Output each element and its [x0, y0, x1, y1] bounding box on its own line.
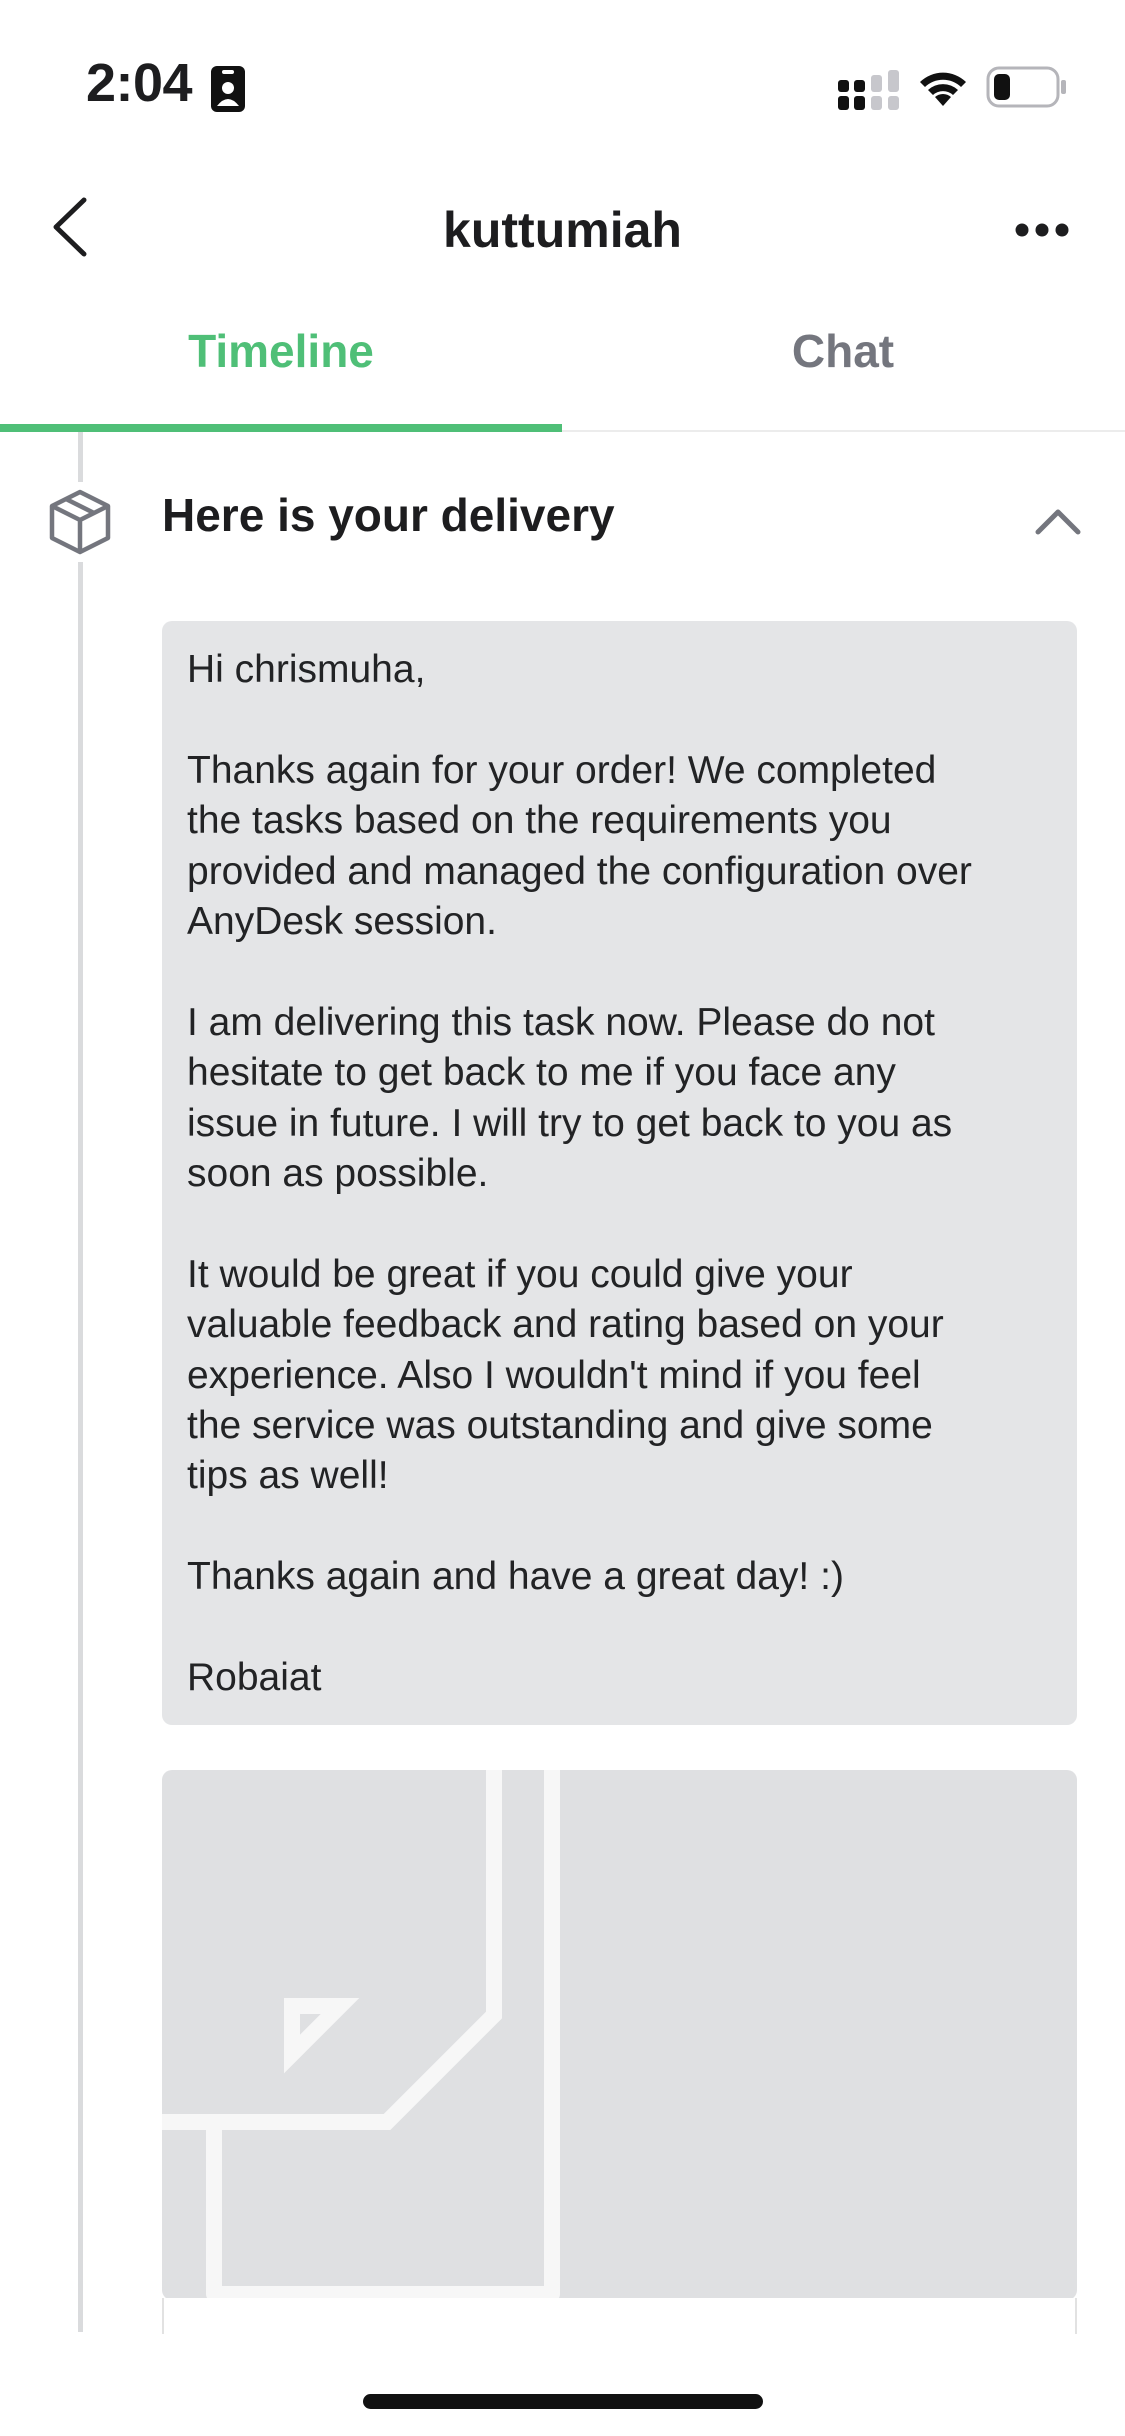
event-title: Here is your delivery [162, 489, 615, 541]
message-line: the tasks based on the requirements you [187, 799, 892, 843]
delivery-attachment[interactable] [162, 1770, 1077, 2300]
contact-card-icon [211, 66, 245, 112]
page-title: kuttumiah [443, 202, 682, 258]
active-tab-indicator [0, 424, 562, 432]
cellular-signal-icon [838, 70, 899, 110]
message-line: Thanks again and have a great day! :) [187, 1555, 844, 1599]
status-bar: 2:04 [0, 0, 1125, 170]
navigation-bar: kuttumiah [0, 170, 1125, 290]
message-line [187, 1603, 1052, 1653]
message-line: AnyDesk session. [187, 900, 497, 944]
home-indicator[interactable] [363, 2394, 763, 2409]
wifi-icon [920, 72, 966, 106]
file-placeholder-icon [162, 1770, 560, 2300]
tab-timeline[interactable]: Timeline [0, 290, 562, 430]
bottom-safe-area [0, 2334, 1125, 2436]
message-line: experience. Also I wouldn't mind if you … [187, 1353, 921, 1397]
message-line: hesitate to get back to me if you face a… [187, 1051, 896, 1095]
timeline-event-header[interactable]: Here is your delivery [0, 460, 1125, 570]
message-line: It would be great if you could give your [187, 1252, 853, 1296]
ellipsis-icon [1015, 223, 1069, 237]
message-line: issue in future. I will try to get back … [187, 1101, 953, 1145]
chevron-up-icon[interactable] [1028, 490, 1088, 550]
message-line [187, 1199, 1052, 1249]
message-line [187, 1502, 1052, 1552]
tab-bar: Timeline Chat [0, 290, 1125, 432]
message-line: Thanks again for your order! We complete… [187, 748, 937, 792]
message-line: I am delivering this task now. Please do… [187, 1000, 935, 1044]
message-line: provided and managed the configuration o… [187, 849, 972, 893]
attachment-footer [162, 2298, 1077, 2338]
message-line [187, 695, 1052, 745]
battery-icon [986, 66, 1066, 108]
tab-chat[interactable]: Chat [562, 290, 1124, 430]
message-line: valuable feedback and rating based on yo… [187, 1303, 944, 1347]
more-options-button[interactable] [1002, 200, 1082, 260]
message-line: the service was outstanding and give som… [187, 1404, 933, 1448]
delivery-message: Hi chrismuha, Thanks again for your orde… [162, 621, 1077, 1725]
message-line: Robaiat [187, 1656, 322, 1700]
timeline-line [78, 432, 83, 2332]
status-time: 2:04 [86, 53, 193, 113]
message-line: Hi chrismuha, [187, 648, 426, 691]
message-line: tips as well! [187, 1454, 389, 1498]
message-line [187, 947, 1052, 997]
message-line: soon as possible. [187, 1152, 489, 1196]
package-box-icon [40, 482, 120, 562]
